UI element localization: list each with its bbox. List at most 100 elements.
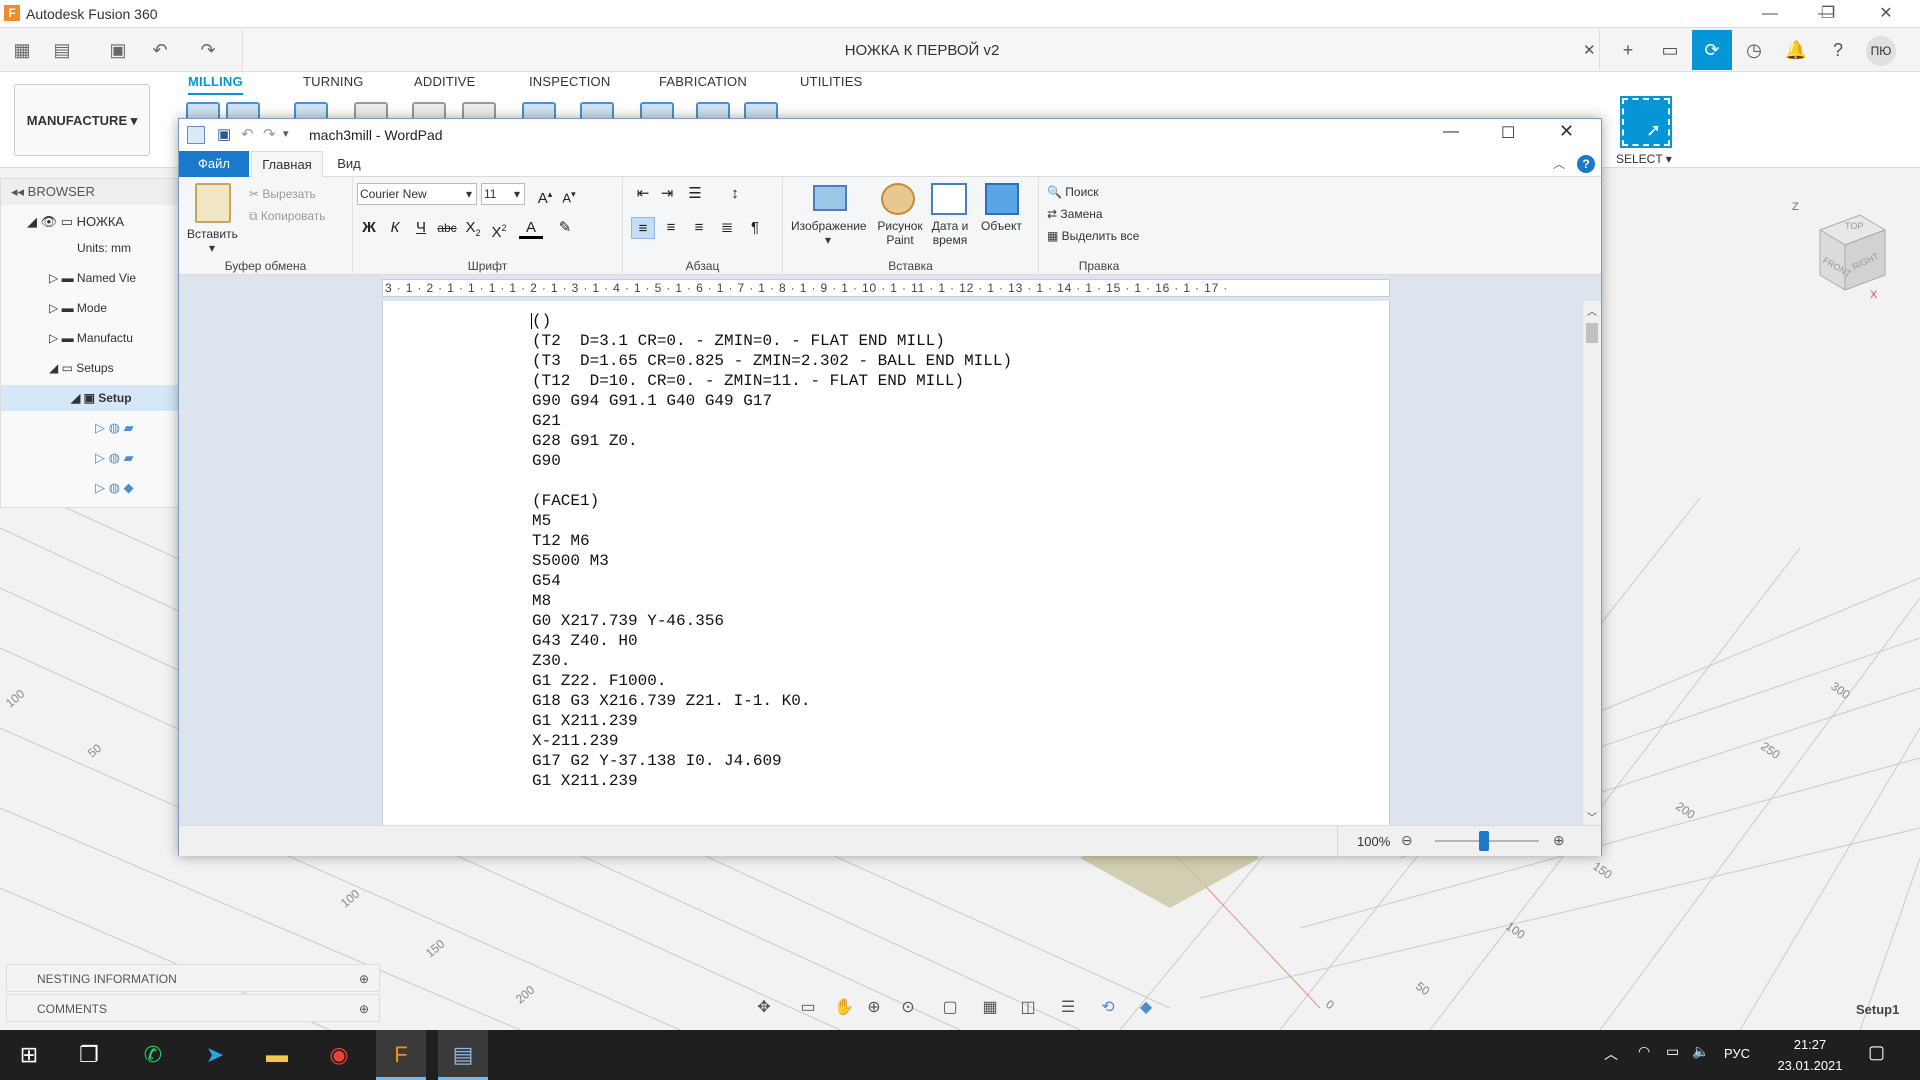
tab-utilities[interactable]: UTILITIES bbox=[800, 74, 862, 89]
tab-inspection[interactable]: INSPECTION bbox=[529, 74, 610, 89]
orbit-icon[interactable]: ✥ bbox=[750, 994, 778, 1022]
document-page[interactable]: () (T2 D=3.1 CR=0. - ZMIN=0. - FLAT END M… bbox=[382, 301, 1390, 825]
subscript-icon[interactable]: X2 bbox=[461, 217, 485, 239]
view-cube[interactable]: TOP FRONT RIGHT Z X bbox=[1790, 200, 1890, 301]
add-icon[interactable]: ⊕ bbox=[359, 995, 369, 1023]
simulation-icon[interactable]: ⟲ bbox=[1094, 994, 1122, 1022]
save-icon[interactable]: ▣ bbox=[106, 38, 130, 62]
paint-button[interactable]: Рисунок Paint bbox=[877, 219, 923, 247]
nesting-information-panel[interactable]: NESTING INFORMATION ⊕ bbox=[6, 964, 380, 992]
task-view-icon[interactable]: ❐ bbox=[64, 1030, 114, 1080]
setup-item[interactable]: ◢ ▣ Setup bbox=[1, 385, 181, 411]
input-language[interactable]: РУС bbox=[1724, 1046, 1750, 1061]
layout-icon[interactable]: ☰ bbox=[1054, 994, 1082, 1022]
select-tool-icon[interactable]: ➚ bbox=[1620, 96, 1672, 148]
bold-icon[interactable]: Ж bbox=[357, 217, 381, 239]
qat-customize-icon[interactable]: ▾ bbox=[283, 127, 289, 140]
tray-expand-icon[interactable]: ︿ bbox=[1604, 1044, 1618, 1064]
fusion-minimize-icon[interactable]: — bbox=[1760, 4, 1780, 24]
notifications-icon[interactable]: 🔔 bbox=[1776, 30, 1816, 70]
stock-icon[interactable]: ◆ bbox=[1132, 994, 1160, 1022]
comments-icon[interactable]: ▭ bbox=[1650, 30, 1690, 70]
image-dropdown-icon[interactable]: ▾ bbox=[825, 233, 831, 247]
underline-icon[interactable]: Ч bbox=[409, 217, 433, 239]
tab-additive[interactable]: ADDITIVE bbox=[414, 74, 476, 89]
copy-button[interactable]: ⧉ Копировать bbox=[249, 209, 326, 224]
document-tab[interactable]: НОЖКА К ПЕРВОЙ v2 ✕ bbox=[242, 30, 1600, 70]
grid-menu-icon[interactable]: ▦ bbox=[10, 38, 34, 62]
align-left-icon[interactable]: ≡ bbox=[631, 217, 655, 239]
comments-panel[interactable]: COMMENTS ⊕ bbox=[6, 994, 380, 1022]
paste-button[interactable]: Вставить bbox=[187, 227, 238, 241]
zoom-out-icon[interactable]: ⊖ bbox=[1401, 832, 1413, 849]
bullets-icon[interactable]: ☰ bbox=[683, 183, 707, 205]
font-size-select[interactable]: 11 ▾ bbox=[481, 183, 525, 205]
tab-fabrication[interactable]: FABRICATION bbox=[659, 74, 747, 89]
tab-file[interactable]: Файл bbox=[179, 151, 249, 177]
justify-icon[interactable]: ≣ bbox=[715, 217, 739, 239]
fusion-close-icon[interactable]: ✕ bbox=[1876, 4, 1896, 24]
tab-milling[interactable]: MILLING bbox=[188, 74, 243, 95]
paste-icon[interactable] bbox=[195, 183, 231, 223]
system-clock[interactable]: 21:27 23.01.2021 bbox=[1760, 1034, 1860, 1076]
shrink-font-icon[interactable]: A▾ bbox=[557, 183, 581, 205]
look-at-icon[interactable]: ▭ bbox=[794, 994, 822, 1022]
vertical-scrollbar[interactable]: ︿ ﹀ bbox=[1582, 301, 1601, 825]
datetime-button[interactable]: Дата и время bbox=[929, 219, 971, 247]
wordpad-minimize-icon[interactable]: — bbox=[1443, 123, 1459, 141]
wordpad-maximize-icon[interactable]: ☐ bbox=[1501, 123, 1515, 143]
grid-settings-icon[interactable]: ▦ bbox=[976, 994, 1004, 1022]
strikethrough-icon[interactable]: abc bbox=[435, 217, 459, 239]
increase-indent-icon[interactable]: ⇥ bbox=[655, 183, 679, 205]
qat-redo-icon[interactable]: ↷ bbox=[263, 125, 276, 143]
find-button[interactable]: 🔍 Поиск bbox=[1047, 185, 1099, 199]
tab-turning[interactable]: TURNING bbox=[303, 74, 364, 89]
scroll-thumb[interactable] bbox=[1586, 323, 1598, 343]
models-item[interactable]: ▷ ▬ Mode bbox=[1, 295, 181, 321]
qat-undo-icon[interactable]: ↶ bbox=[241, 125, 254, 143]
paint-icon[interactable] bbox=[881, 183, 915, 215]
scroll-up-icon[interactable]: ︿ bbox=[1587, 303, 1597, 318]
wordpad-help-icon[interactable]: ? bbox=[1577, 155, 1595, 173]
wordpad-close-icon[interactable]: ✕ bbox=[1559, 121, 1574, 142]
notification-center-icon[interactable]: ▢ bbox=[1868, 1042, 1885, 1063]
ruler[interactable]: 3 · 1 · 2 · 1 · 1 · 1 · 1 · 2 · 1 · 3 · … bbox=[382, 279, 1390, 297]
fit-icon[interactable]: ⊙ bbox=[894, 994, 922, 1022]
paragraph-settings-icon[interactable]: ¶ bbox=[743, 217, 767, 239]
named-views-item[interactable]: ▷ ▬ Named Vie bbox=[1, 265, 181, 291]
scroll-down-icon[interactable]: ﹀ bbox=[1587, 809, 1597, 824]
help-icon[interactable]: ? bbox=[1818, 30, 1858, 70]
italic-icon[interactable]: К bbox=[383, 217, 407, 239]
tab-home[interactable]: Главная bbox=[251, 151, 323, 177]
grow-font-icon[interactable]: A▴ bbox=[533, 183, 557, 207]
setups-item[interactable]: ◢ ▭ Setups bbox=[1, 355, 181, 381]
font-name-select[interactable]: Courier New ▾ bbox=[357, 183, 477, 205]
object-button[interactable]: Объект bbox=[981, 219, 1022, 233]
job-status-icon[interactable]: ⟳ bbox=[1692, 30, 1732, 70]
insert-image-button[interactable]: Изображение bbox=[791, 219, 867, 233]
text-color-icon[interactable]: A bbox=[519, 217, 543, 239]
collapse-ribbon-icon[interactable]: ︿ bbox=[1553, 155, 1565, 172]
superscript-icon[interactable]: X2 bbox=[487, 217, 511, 241]
qat-save-icon[interactable]: ▣ bbox=[217, 125, 231, 143]
replace-button[interactable]: ⇄ Замена bbox=[1047, 207, 1103, 221]
viewports-icon[interactable]: ◫ bbox=[1014, 994, 1042, 1022]
tab-view[interactable]: Вид bbox=[329, 151, 369, 177]
file-icon[interactable]: ▤ bbox=[50, 38, 74, 62]
select-all-button[interactable]: ▦ Выделить все bbox=[1047, 229, 1139, 243]
chrome-icon[interactable]: ◉ bbox=[314, 1030, 364, 1080]
network-icon[interactable]: ◠ bbox=[1638, 1043, 1650, 1060]
redo-icon[interactable]: ↷ bbox=[196, 38, 220, 62]
workspace-switcher[interactable]: MANUFACTURE ▾ bbox=[14, 84, 150, 156]
calendar-icon[interactable] bbox=[931, 183, 967, 215]
object-icon[interactable] bbox=[985, 183, 1019, 215]
units-item[interactable]: Units: mm bbox=[1, 235, 181, 261]
image-icon[interactable] bbox=[813, 185, 847, 211]
operation-item[interactable]: ▷ ◍ ▰ bbox=[1, 445, 181, 471]
paste-dropdown-icon[interactable]: ▾ bbox=[209, 241, 215, 255]
zoom-slider-thumb[interactable] bbox=[1479, 831, 1489, 851]
align-right-icon[interactable]: ≡ bbox=[687, 217, 711, 239]
clock-icon[interactable]: ◷ bbox=[1734, 30, 1774, 70]
fusion-taskbar-icon[interactable]: F bbox=[376, 1030, 426, 1080]
undo-icon[interactable]: ↶ bbox=[148, 38, 172, 62]
